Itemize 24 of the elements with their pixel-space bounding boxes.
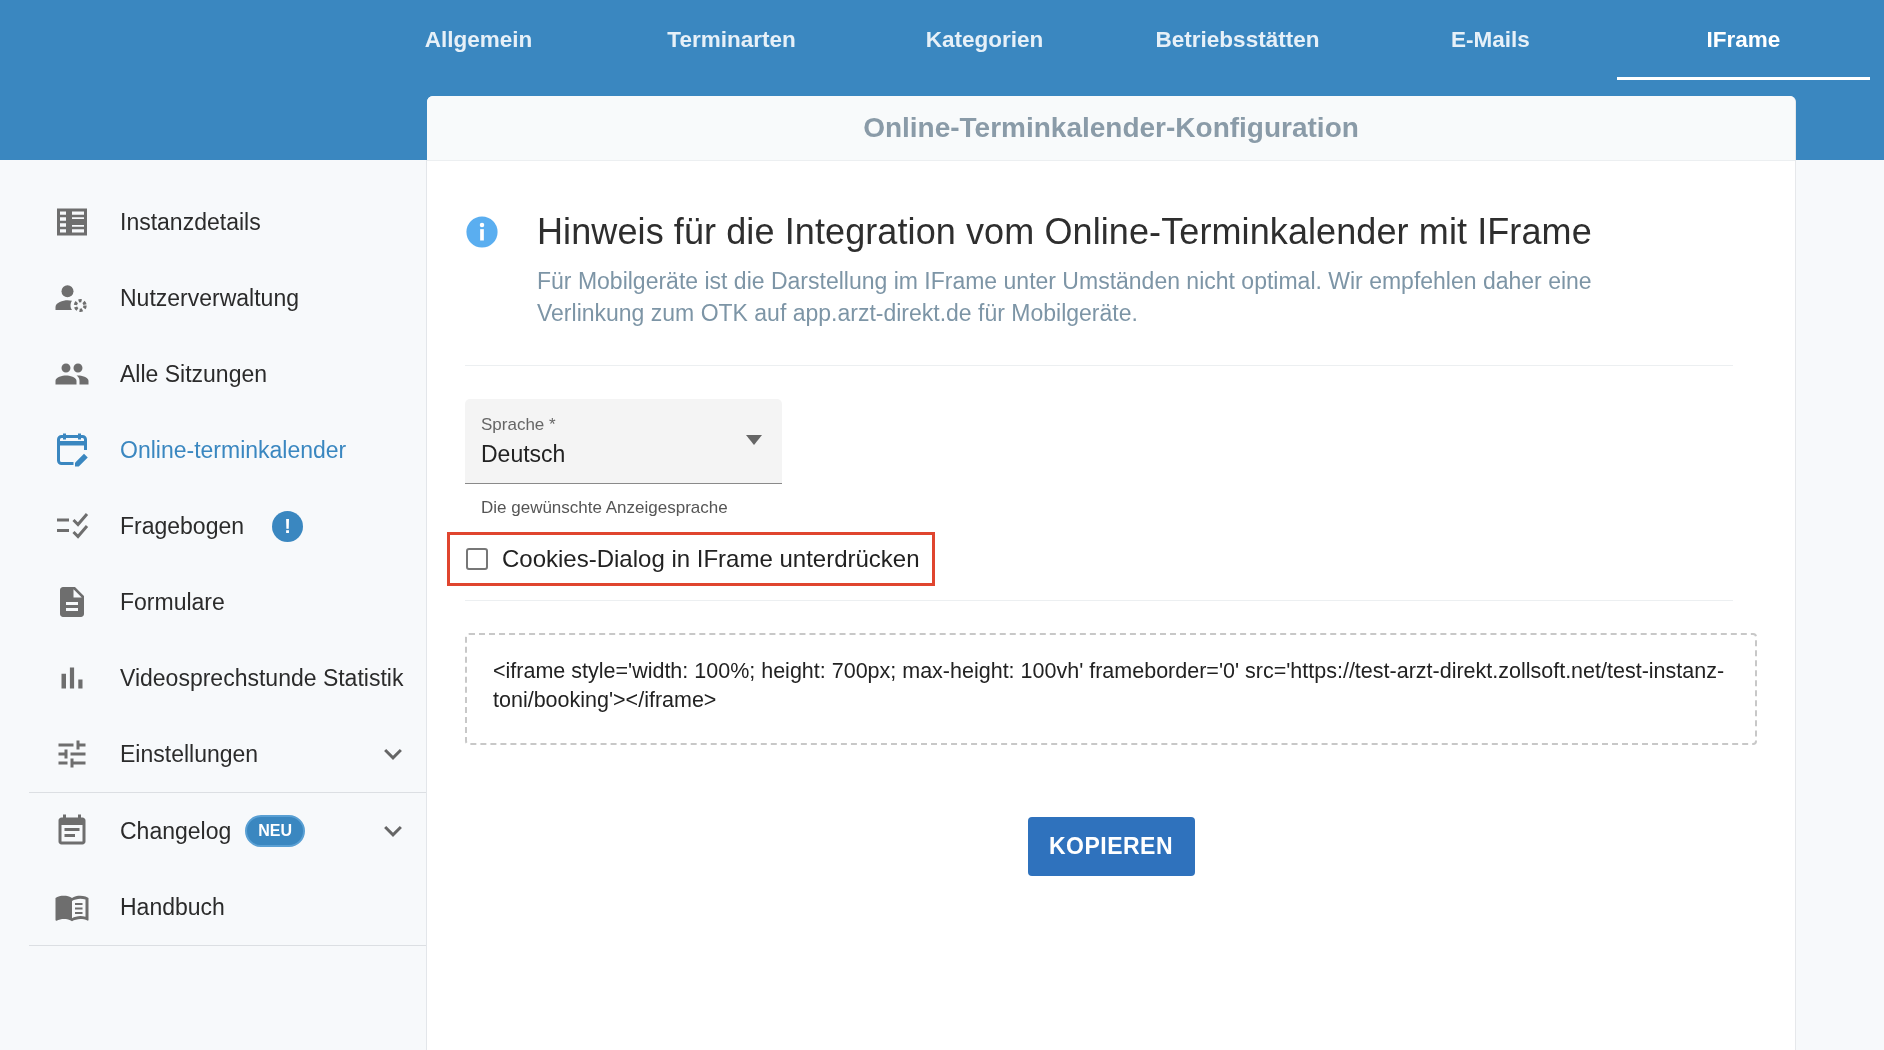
- notice-text: Für Mobilgeräte ist die Darstellung im IFrame unter Umständen nicht optimal. Wir empfehlen daher eine Verlinkung zum OTK auf app.arzt-direkt.de für Mobilgeräte.: [537, 267, 1593, 328]
- new-badge: NEU: [245, 815, 306, 847]
- calendar-pencil-icon: [54, 432, 90, 468]
- sidebar-item[interactable]: Instanzdetails: [29, 184, 426, 260]
- sidebar-item[interactable]: Videosprechstunde Statistik: [29, 640, 426, 716]
- card-title: Online-Terminkalender-Konfiguration: [427, 96, 1795, 161]
- copy-button[interactable]: KOPIEREN: [1027, 817, 1195, 876]
- sidebar-item[interactable]: Online-terminkalender: [29, 412, 426, 488]
- cookies-checkbox[interactable]: Cookies-Dialog in IFrame unterdrücken: [447, 532, 935, 586]
- dropdown-caret-icon: [746, 435, 762, 445]
- sidebar-item[interactable]: Nutzerverwaltung: [29, 260, 426, 336]
- notice-heading: Hinweis für die Integration vom Online-Terminkalender mit IFrame: [537, 211, 1593, 253]
- sidebar-item[interactable]: Handbuch: [29, 869, 426, 945]
- language-select[interactable]: Sprache * Deutsch: [465, 399, 782, 484]
- sidebar-item[interactable]: Fragebogen !: [29, 488, 426, 564]
- sidebar-item[interactable]: Alle Sitzungen: [29, 336, 426, 412]
- sidebar-item[interactable]: Changelog NEU: [29, 793, 426, 869]
- sidebar-item[interactable]: Formulare: [29, 564, 426, 640]
- info-icon: [465, 215, 499, 249]
- nav-tab[interactable]: IFrame: [1617, 0, 1870, 80]
- code-snippet: <iframe style='width: 100%; height: 700px; max-height: 100vh' frameborder='0' src='https://test-arzt-direkt.zollsoft.net/test-instanz-toni/booking'></iframe>: [465, 633, 1757, 745]
- sidebar-item[interactable]: Einstellungen: [29, 716, 426, 792]
- alert-badge: !: [272, 510, 304, 542]
- helper-text: Die gewünschte Anzeigesprache: [481, 498, 728, 518]
